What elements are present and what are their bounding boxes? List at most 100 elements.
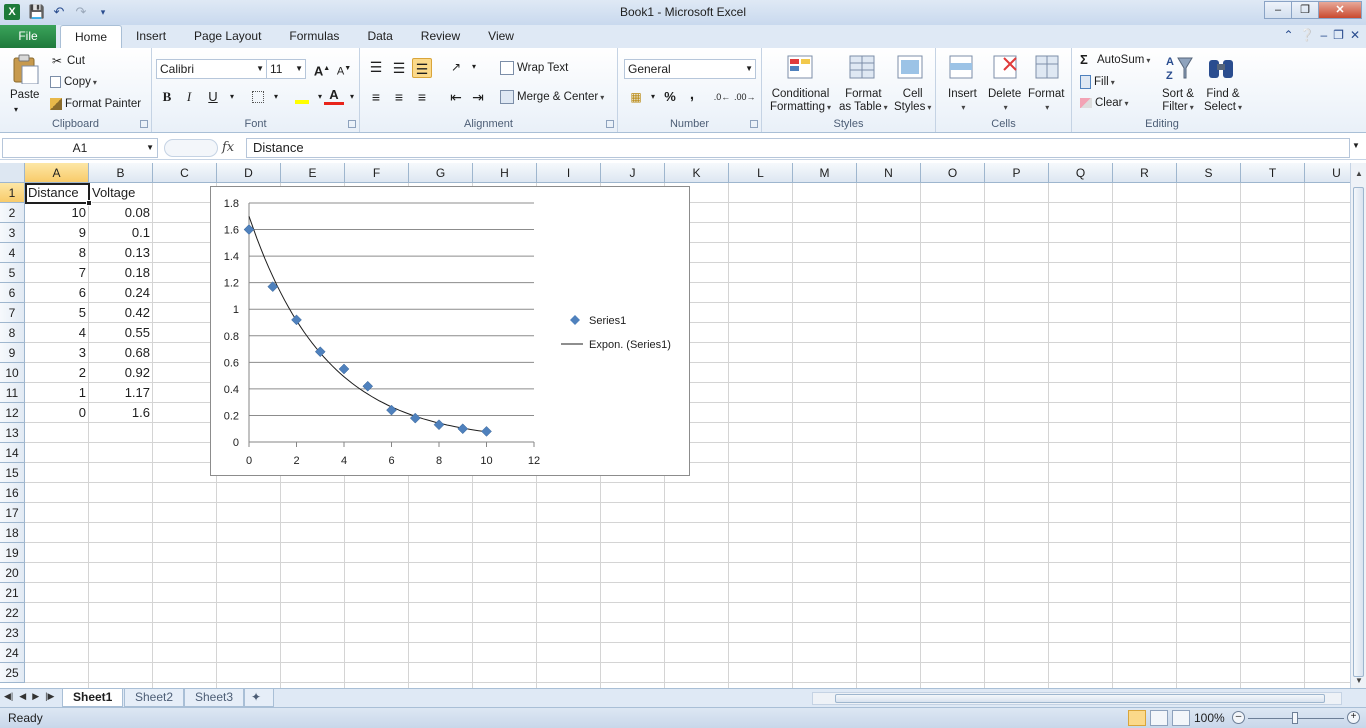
row-header-21[interactable]: 21: [0, 583, 25, 603]
cell-a7[interactable]: 5: [25, 303, 89, 323]
column-header-g[interactable]: G: [409, 163, 473, 183]
cell-b5[interactable]: 0.18: [89, 263, 153, 283]
row-header-16[interactable]: 16: [0, 483, 25, 503]
number-format-select[interactable]: General ▼: [624, 59, 756, 79]
formula-bar-splitter[interactable]: [164, 139, 218, 157]
cell-a6[interactable]: 6: [25, 283, 89, 303]
vertical-scroll-thumb[interactable]: [1353, 187, 1364, 677]
column-header-s[interactable]: S: [1177, 163, 1241, 183]
row-header-3[interactable]: 3: [0, 223, 25, 243]
cell-b10[interactable]: 0.92: [89, 363, 153, 383]
decrease-indent-icon[interactable]: ⇤: [446, 87, 466, 107]
cell-a10[interactable]: 2: [25, 363, 89, 383]
minimize-ribbon-icon[interactable]: ⌃: [1283, 28, 1293, 42]
column-header-i[interactable]: I: [537, 163, 601, 183]
doc-restore-icon[interactable]: ❐: [1333, 28, 1344, 42]
column-header-j[interactable]: J: [601, 163, 665, 183]
clipboard-launcher-icon[interactable]: [140, 120, 148, 128]
tab-page-layout[interactable]: Page Layout: [180, 25, 275, 48]
format-painter-button[interactable]: Format Painter: [50, 98, 141, 110]
cell-b3[interactable]: 0.1: [89, 223, 153, 243]
paste-dropdown-icon[interactable]: ▾: [14, 105, 18, 114]
bold-button[interactable]: B: [157, 87, 177, 107]
column-header-t[interactable]: T: [1241, 163, 1305, 183]
row-header-19[interactable]: 19: [0, 543, 25, 563]
column-header-q[interactable]: Q: [1049, 163, 1113, 183]
increase-font-icon[interactable]: A▲: [312, 59, 332, 79]
column-header-a[interactable]: A: [25, 163, 89, 183]
row-header-6[interactable]: 6: [0, 283, 25, 303]
align-left-icon[interactable]: ≡: [366, 87, 386, 107]
page-break-view-icon[interactable]: [1172, 710, 1190, 726]
font-name-select[interactable]: Calibri ▼: [156, 59, 267, 79]
italic-button[interactable]: I: [179, 87, 199, 107]
sort-filter-icon[interactable]: A Z: [1164, 52, 1194, 82]
increase-indent-icon[interactable]: ⇥: [468, 87, 488, 107]
column-header-f[interactable]: F: [345, 163, 409, 183]
fill-button[interactable]: Fill ▾: [1080, 75, 1115, 89]
align-middle-icon[interactable]: ☰: [389, 58, 409, 78]
format-cells-icon[interactable]: [1032, 52, 1062, 82]
alignment-launcher-icon[interactable]: [606, 120, 614, 128]
clear-button[interactable]: Clear ▾: [1080, 97, 1129, 109]
column-header-n[interactable]: N: [857, 163, 921, 183]
align-right-icon[interactable]: ≡: [412, 87, 432, 107]
delete-button[interactable]: Delete ▾: [988, 88, 1021, 114]
tab-data[interactable]: Data: [353, 25, 406, 48]
cell-styles-button[interactable]: Cell Styles ▾: [894, 88, 931, 114]
column-header-l[interactable]: L: [729, 163, 793, 183]
minimize-icon[interactable]: –: [1264, 1, 1292, 19]
cell-b8[interactable]: 0.55: [89, 323, 153, 343]
tab-view[interactable]: View: [474, 25, 528, 48]
row-header-23[interactable]: 23: [0, 623, 25, 643]
cell-b4[interactable]: 0.13: [89, 243, 153, 263]
column-header-b[interactable]: B: [89, 163, 153, 183]
column-header-p[interactable]: P: [985, 163, 1049, 183]
column-header-k[interactable]: K: [665, 163, 729, 183]
underline-dropdown-icon[interactable]: ▾: [222, 87, 242, 107]
fill-color-icon[interactable]: [292, 87, 312, 107]
font-color-icon[interactable]: A: [324, 87, 344, 105]
borders-dropdown-icon[interactable]: ▾: [266, 87, 286, 107]
column-header-u[interactable]: U: [1305, 163, 1350, 183]
scatter-chart[interactable]: 0 0.2 0.4 0.6 0.8 1 1.2 1.4 1.6 1.8 0 2 4 6 8 10 12 Serie…: [210, 186, 690, 476]
cell-a8[interactable]: 4: [25, 323, 89, 343]
tab-home[interactable]: Home: [60, 25, 123, 48]
row-header-20[interactable]: 20: [0, 563, 25, 583]
row-header-10[interactable]: 10: [0, 363, 25, 383]
conditional-formatting-button[interactable]: Conditional Formatting ▾: [770, 88, 831, 114]
comma-style-button[interactable]: ,: [682, 85, 702, 105]
cut-button[interactable]: ✂ Cut: [50, 54, 85, 68]
borders-icon[interactable]: [248, 87, 268, 107]
formula-input[interactable]: Distance: [246, 138, 1350, 158]
expand-formula-bar-icon[interactable]: ▼: [1352, 141, 1360, 150]
row-header-8[interactable]: 8: [0, 323, 25, 343]
prev-sheet-icon[interactable]: ◀: [19, 691, 26, 702]
next-sheet-icon[interactable]: ▶: [32, 691, 39, 702]
first-sheet-icon[interactable]: ◀|: [4, 691, 13, 702]
autosum-button[interactable]: Σ AutoSum ▾: [1080, 53, 1150, 67]
cell-b2[interactable]: 0.08: [89, 203, 153, 223]
insert-sheet-icon[interactable]: ✦: [244, 689, 274, 707]
copy-button[interactable]: Copy ▾: [50, 76, 97, 88]
horizontal-scroll-thumb[interactable]: [835, 694, 1325, 703]
select-all-button[interactable]: [0, 163, 25, 183]
font-size-select[interactable]: 11 ▼: [266, 59, 306, 79]
zoom-level[interactable]: 100%: [1194, 711, 1225, 725]
column-header-c[interactable]: C: [153, 163, 217, 183]
row-header-17[interactable]: 17: [0, 503, 25, 523]
row-header-25[interactable]: 25: [0, 663, 25, 683]
tab-review[interactable]: Review: [407, 25, 474, 48]
restore-icon[interactable]: ❐: [1291, 1, 1319, 19]
name-box[interactable]: A1 ▼: [2, 138, 158, 158]
row-header-9[interactable]: 9: [0, 343, 25, 363]
align-top-icon[interactable]: ☰: [366, 57, 386, 77]
horizontal-scrollbar[interactable]: [812, 692, 1342, 705]
insert-function-icon[interactable]: fx: [222, 140, 234, 155]
format-as-table-button[interactable]: Format as Table ▾: [839, 88, 888, 114]
page-layout-view-icon[interactable]: [1150, 710, 1168, 726]
zoom-slider-knob[interactable]: [1292, 712, 1298, 724]
help-icon[interactable]: ❔: [1300, 28, 1315, 42]
vertical-scrollbar[interactable]: ▲ ▼: [1350, 163, 1366, 688]
cell-a12[interactable]: 0: [25, 403, 89, 423]
